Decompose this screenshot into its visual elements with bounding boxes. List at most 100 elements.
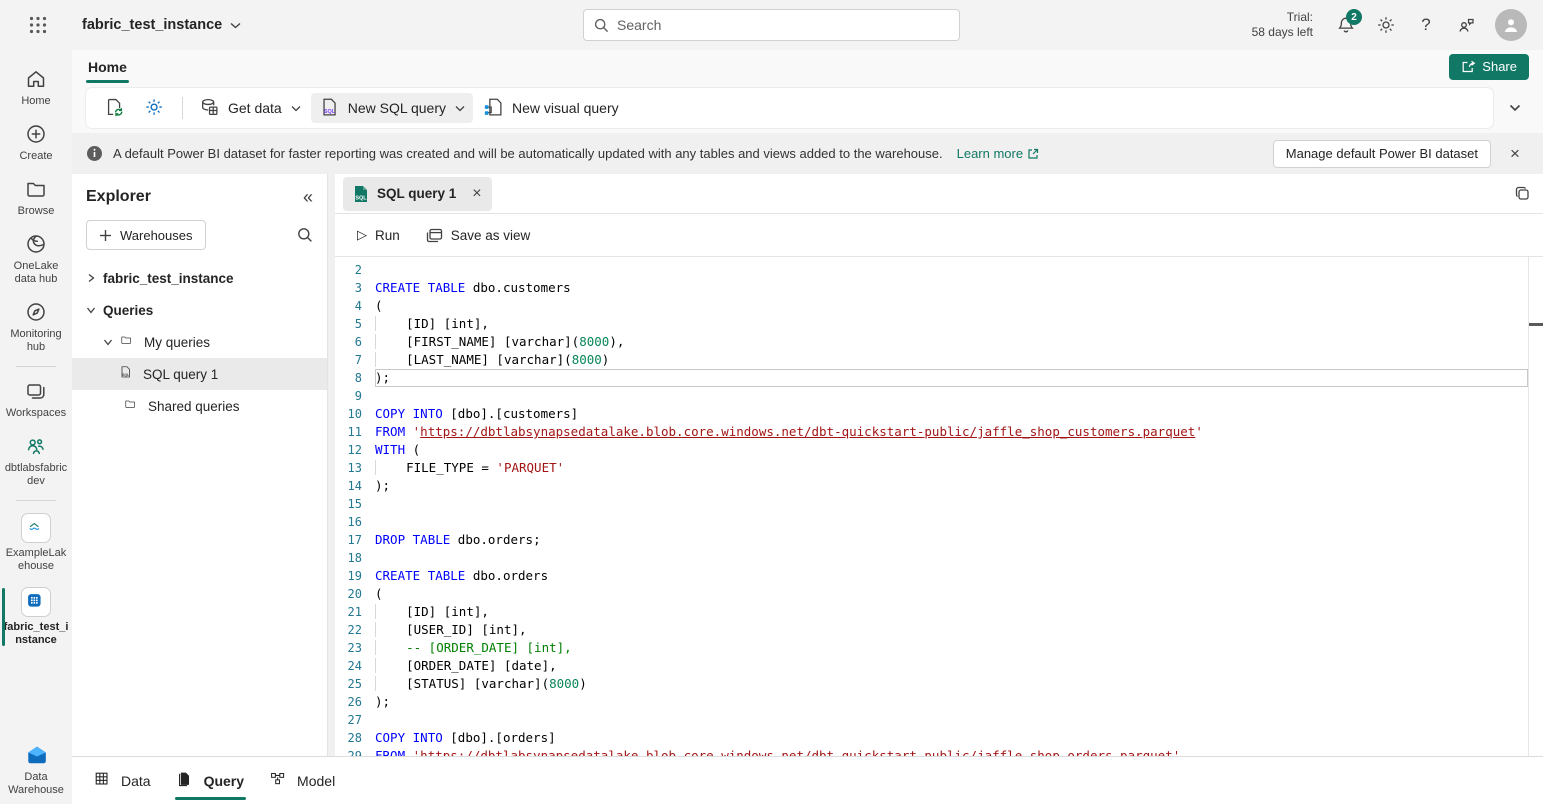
collapse-explorer-icon[interactable]: « [303,188,313,206]
nav-item-dbtlabsfabricdev[interactable]: dbtlabsfabricdev [0,427,72,495]
workspace-switcher[interactable]: fabric_test_instance [82,17,241,33]
toolbar-button-label: Get data [228,100,282,116]
tree-item-shared-queries[interactable]: Shared queries [72,390,327,422]
line-content: FILE_TYPE = 'PARQUET' [375,459,1528,477]
settings-gear-button[interactable] [136,93,174,123]
workspace-people-icon [24,434,48,458]
nav-item-onelake-data-hub[interactable]: OneLake data hub [0,225,72,293]
code-line[interactable]: 27 [335,711,1528,729]
account-avatar[interactable] [1495,9,1527,41]
line-number: 24 [335,657,375,675]
code-line[interactable]: 20( [335,585,1528,603]
nav-item-browse[interactable]: Browse [0,170,72,225]
learn-more-link[interactable]: Learn more [957,146,1039,161]
run-button[interactable]: ▷ Run [347,220,410,250]
copy-icon[interactable] [1507,179,1537,209]
code-line[interactable]: 3CREATE TABLE dbo.customers [335,279,1528,297]
explorer-search-icon[interactable] [297,227,313,243]
nav-item-monitoring-hub[interactable]: Monitoring hub [0,293,72,361]
code-line[interactable]: 14); [335,477,1528,495]
code-line[interactable]: 4( [335,297,1528,315]
tab-home[interactable]: Home [86,55,129,79]
workspaces-icon [24,379,48,403]
ribbon-expand-button[interactable] [1501,104,1529,112]
editor-tabstrip: SQL SQL query 1 × [335,174,1543,214]
code-line[interactable]: 13 FILE_TYPE = 'PARQUET' [335,459,1528,477]
nav-item-examplelakehouse[interactable]: ExampleLakehouse [0,506,72,580]
code-line[interactable]: 23 -- [ORDER_DATE] [int], [335,639,1528,657]
code-line[interactable]: 10COPY INTO [dbo].[customers] [335,405,1528,423]
nav-item-fabric-test-instance[interactable]: fabric_test_instance [0,580,72,654]
notification-badge: 2 [1346,9,1362,25]
nav-item-data-warehouse[interactable]: Data Warehouse [0,734,72,804]
new-warehouses-button[interactable]: Warehouses [86,220,206,250]
nav-item-home[interactable]: Home [0,60,72,115]
code-line[interactable]: 25 [STATUS] [varchar](8000) [335,675,1528,693]
line-content [375,261,1528,279]
view-tab-label: Model [297,773,335,789]
nav-item-label: fabric_test_instance [3,621,69,647]
code-line[interactable]: 5 [ID] [int], [335,315,1528,333]
tree-item-queries[interactable]: Queries [72,294,327,326]
line-number: 19 [335,567,375,585]
help-button[interactable]: ? [1409,8,1443,42]
code-line[interactable]: 6 [FIRST_NAME] [varchar](8000), [335,333,1528,351]
line-content: COPY INTO [dbo].[customers] [375,405,1528,423]
view-tab-model[interactable]: Model [262,765,343,796]
tree-item-sql-query-1[interactable]: SQLSQL query 1 [72,358,327,390]
tree-item-my-queries[interactable]: My queries [72,326,327,358]
editor-scrollbar[interactable] [1528,257,1543,756]
line-number: 6 [335,333,375,351]
code-line[interactable]: 22 [USER_ID] [int], [335,621,1528,639]
save-as-view-button[interactable]: Save as view [416,220,541,250]
line-number: 16 [335,513,375,531]
tree-item-fabric-test-instance[interactable]: fabric_test_instance [72,262,327,294]
code-line[interactable]: 16 [335,513,1528,531]
code-line[interactable]: 19CREATE TABLE dbo.orders [335,567,1528,585]
line-content: [FIRST_NAME] [varchar](8000), [375,333,1528,351]
close-tab-icon[interactable]: × [472,186,481,202]
nav-item-label: Data Warehouse [3,771,69,797]
feedback-button[interactable] [1449,8,1483,42]
code-line[interactable]: 28COPY INTO [dbo].[orders] [335,729,1528,747]
toolbar-new-visual-query-button[interactable]: New visual query [475,93,627,123]
workspace-name: fabric_test_instance [82,17,222,33]
code-line[interactable]: 9 [335,387,1528,405]
code-line[interactable]: 7 [LAST_NAME] [varchar](8000) [335,351,1528,369]
code-line[interactable]: 24 [ORDER_DATE] [date], [335,657,1528,675]
tree-item-label: fabric_test_instance [103,271,234,286]
code-line[interactable]: 12WITH ( [335,441,1528,459]
query-tab[interactable]: SQL SQL query 1 × [343,177,492,211]
toolbar-new-sql-query-button[interactable]: SQLNew SQL query [311,93,473,123]
code-line[interactable]: 21 [ID] [int], [335,603,1528,621]
manage-default-dataset-button[interactable]: Manage default Power BI dataset [1273,140,1491,168]
search-input[interactable] [617,17,949,33]
toolbar-get-data-button[interactable]: Get data [191,93,309,123]
banner-close-icon[interactable]: × [1501,140,1529,168]
notifications-button[interactable]: 2 [1329,8,1363,42]
app-launcher-icon[interactable] [18,5,58,45]
code-line[interactable]: 17DROP TABLE dbo.orders; [335,531,1528,549]
line-number: 20 [335,585,375,603]
code-line[interactable]: 26); [335,693,1528,711]
refresh-file-button[interactable] [96,93,134,123]
nav-item-workspaces[interactable]: Workspaces [0,372,72,427]
settings-button[interactable] [1369,8,1403,42]
code-line[interactable]: 18 [335,549,1528,567]
code-line[interactable]: 8); [335,369,1528,387]
query-tab-title: SQL query 1 [377,186,456,201]
chevron-down-icon [103,337,113,347]
nav-item-create[interactable]: Create [0,115,72,170]
code-line[interactable]: 29FROM 'https://dbtlabsynapsedatalake.bl… [335,747,1528,756]
code-line[interactable]: 11FROM 'https://dbtlabsynapsedatalake.bl… [335,423,1528,441]
view-tab-data[interactable]: Data [86,765,159,796]
code-line[interactable]: 2 [335,261,1528,279]
chevron-down-icon [230,22,241,29]
line-number: 12 [335,441,375,459]
code-line[interactable]: 15 [335,495,1528,513]
view-tab-query[interactable]: Query [169,765,252,796]
sql-code-editor[interactable]: 23CREATE TABLE dbo.customers4(5 [ID] [in… [335,257,1543,756]
sql-file-icon: SQL [319,97,341,119]
save-as-view-icon [426,228,443,243]
share-button[interactable]: Share [1449,54,1529,80]
